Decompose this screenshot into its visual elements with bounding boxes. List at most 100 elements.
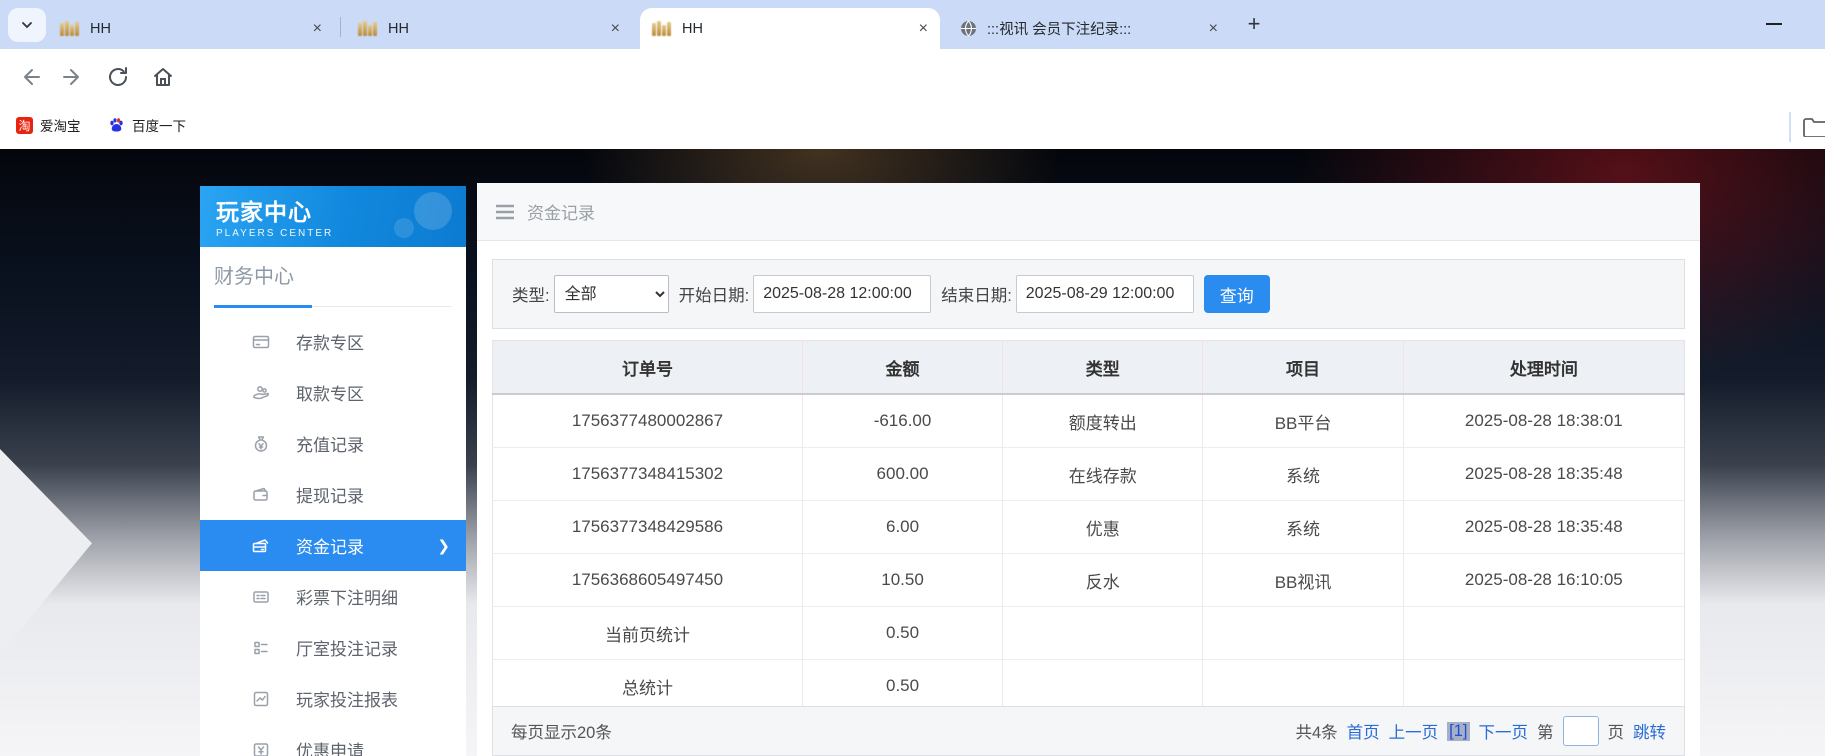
tab-strip: HH × HH × HH × :::视讯 会员下注纪录::: × + (0, 0, 1825, 49)
end-date-label: 结束日期: (941, 282, 1012, 306)
panel-header: 资金记录 (477, 183, 1700, 241)
funds-cards-icon (252, 537, 270, 555)
table-row: 1756377480002867 -616.00 额度转出 BB平台 2025-… (493, 394, 1685, 448)
page-background: 玩家中心 PLAYERS CENTER 财务中心 存款专区 取款专区 充值记录 (0, 149, 1825, 756)
cell-empty (1403, 660, 1684, 713)
column-time: 处理时间 (1403, 341, 1684, 395)
bookmarks-folder-icon[interactable] (1802, 117, 1825, 142)
sidebar-subtitle: PLAYERS CENTER (216, 228, 466, 239)
type-label: 类型: (512, 282, 550, 306)
hamburger-icon (495, 204, 515, 220)
sidebar-item-lottery-bets[interactable]: 彩票下注明细 (200, 571, 466, 622)
funds-table: 订单号 金额 类型 项目 处理时间 1756377480002867 -616.… (492, 340, 1685, 713)
deposit-card-icon (252, 333, 270, 351)
cell-order-no: 1756377348415302 (493, 448, 803, 501)
table-row: 1756368605497450 10.50 反水 BB视讯 2025-08-2… (493, 554, 1685, 607)
sidebar-item-hall-bets[interactable]: 厅室投注记录 (200, 622, 466, 673)
cell-type: 优惠 (1003, 501, 1203, 554)
sidebar-item-bet-report[interactable]: 玩家投注报表 (200, 673, 466, 724)
player-center-sidebar: 玩家中心 PLAYERS CENTER 财务中心 存款专区 取款专区 充值记录 (200, 186, 466, 756)
tab-search-button[interactable] (8, 8, 46, 42)
browser-window: HH × HH × HH × :::视讯 会员下注纪录::: × + (0, 0, 1825, 756)
current-page-indicator: [1] (1447, 722, 1469, 741)
table-row: 1756377348429586 6.00 优惠 系统 2025-08-28 1… (493, 501, 1685, 554)
grid-list-icon (252, 639, 270, 657)
tab-4[interactable]: :::视讯 会员下注纪录::: × (948, 8, 1230, 49)
cell-time: 2025-08-28 18:38:01 (1403, 394, 1684, 448)
back-button[interactable] (17, 64, 43, 90)
tab-3-active[interactable]: HH × (640, 8, 940, 49)
cell-summary-label: 当前页统计 (493, 607, 803, 660)
column-item: 项目 (1203, 341, 1403, 395)
search-button[interactable]: 查询 (1204, 275, 1270, 313)
home-button[interactable] (150, 64, 176, 90)
prev-page-link[interactable]: 上一页 (1389, 719, 1439, 743)
forward-arrow-icon (61, 65, 85, 89)
background-triangle-decoration (0, 449, 92, 654)
cell-time: 2025-08-28 18:35:48 (1403, 501, 1684, 554)
per-page-label: 每页显示20条 (511, 719, 612, 743)
sidebar-item-recharge-records[interactable]: 充值记录 (200, 418, 466, 469)
bookmark-aitaobao[interactable]: 淘 爱淘宝 (16, 115, 81, 135)
end-date-input[interactable] (1016, 275, 1194, 313)
cell-time: 2025-08-28 16:10:05 (1403, 554, 1684, 607)
cell-amount: 0.50 (802, 660, 1002, 713)
reload-button[interactable] (105, 64, 131, 90)
start-date-label: 开始日期: (679, 282, 750, 306)
page-jump-input[interactable] (1563, 716, 1599, 746)
taobao-icon: 淘 (16, 117, 33, 134)
table-header-row: 订单号 金额 类型 项目 处理时间 (493, 341, 1685, 395)
column-amount: 金额 (802, 341, 1002, 395)
start-date-input[interactable] (753, 275, 931, 313)
chart-report-icon (252, 690, 270, 708)
site-favicon-gold (652, 21, 672, 36)
site-favicon-gold (358, 21, 378, 36)
baidu-paw-icon (108, 117, 125, 134)
wallet-icon (252, 486, 270, 504)
cell-amount: 10.50 (802, 554, 1002, 607)
jump-go-link[interactable]: 跳转 (1633, 719, 1666, 743)
tab-close-icon[interactable]: × (919, 21, 928, 37)
tab-close-icon[interactable]: × (611, 21, 620, 37)
next-page-link[interactable]: 下一页 (1479, 719, 1529, 743)
sidebar-item-withdraw-records[interactable]: 提现记录 (200, 469, 466, 520)
cell-time: 2025-08-28 18:35:48 (1403, 448, 1684, 501)
type-select[interactable]: 全部 (554, 275, 669, 313)
first-page-link[interactable]: 首页 (1347, 719, 1380, 743)
bookmark-label: 百度一下 (132, 115, 186, 135)
home-icon (151, 65, 175, 89)
globe-icon (960, 20, 977, 37)
reload-icon (106, 65, 130, 89)
tab-label: HH (682, 21, 913, 37)
cell-empty (1203, 607, 1403, 660)
new-tab-button[interactable]: + (1240, 10, 1268, 38)
tab-2[interactable]: HH × (346, 8, 632, 49)
bookmarks-separator (1789, 112, 1791, 142)
tab-close-icon[interactable]: × (313, 21, 322, 37)
sidebar-item-funds-records[interactable]: 资金记录 ❯ (200, 520, 466, 571)
table-row-page-summary: 当前页统计 0.50 (493, 607, 1685, 660)
window-minimize-button[interactable] (1766, 23, 1782, 25)
cell-item: 系统 (1203, 448, 1403, 501)
sidebar-item-label: 资金记录 (296, 533, 364, 558)
sidebar-item-promo-apply[interactable]: 优惠申请 (200, 724, 466, 756)
bookmark-baidu[interactable]: 百度一下 (108, 115, 186, 135)
cell-type: 额度转出 (1003, 394, 1203, 448)
column-order-no: 订单号 (493, 341, 803, 395)
cell-item: 系统 (1203, 501, 1403, 554)
tab-close-icon[interactable]: × (1209, 21, 1218, 37)
tab-label: :::视讯 会员下注纪录::: (987, 18, 1203, 39)
sidebar-item-label: 玩家投注报表 (296, 686, 398, 711)
cell-amount: 600.00 (802, 448, 1002, 501)
site-favicon-gold (60, 21, 80, 36)
tab-1[interactable]: HH × (48, 8, 334, 49)
sidebar-menu: 存款专区 取款专区 充值记录 提现记录 资金记录 ❯ (200, 316, 466, 756)
sidebar-item-label: 优惠申请 (296, 737, 364, 756)
cell-item: BB视讯 (1203, 554, 1403, 607)
table-row-total-summary: 总统计 0.50 (493, 660, 1685, 713)
sidebar-item-deposit[interactable]: 存款专区 (200, 316, 466, 367)
sidebar-item-withdraw[interactable]: 取款专区 (200, 367, 466, 418)
sidebar-item-label: 提现记录 (296, 482, 364, 507)
forward-button[interactable] (60, 64, 86, 90)
browser-toolbar: mgm1065.com/hhcp/usercenter.html?iniType… (0, 49, 1825, 105)
